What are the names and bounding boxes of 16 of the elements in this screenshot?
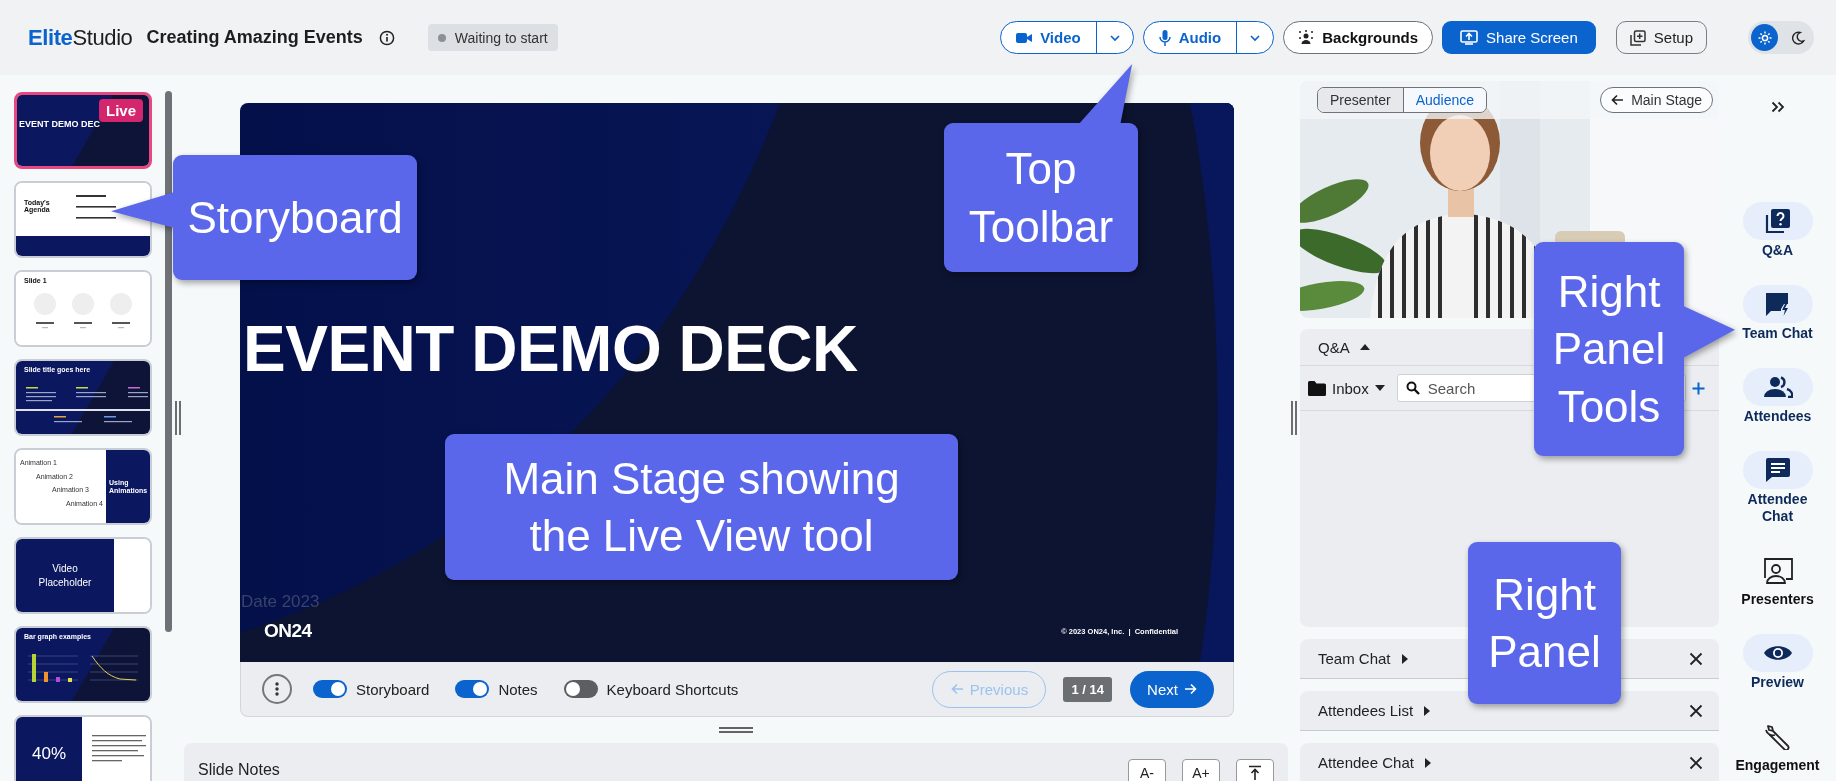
slide-logo: ON24 — [264, 620, 312, 642]
callout-tooltip: Right Panel Tools — [1534, 242, 1735, 456]
panel-title: Slide Notes — [198, 761, 280, 779]
slide-title: EVENT DEMO DECK — [243, 314, 858, 384]
slide-title: 40% — [32, 743, 66, 764]
status-badge: Waiting to start — [427, 24, 558, 51]
page-counter: 1 / 14 — [1063, 676, 1112, 702]
callout-tooltip: Top Toolbar — [944, 64, 1138, 272]
event-title: Creating Amazing Events — [146, 27, 363, 48]
slide-title: EVENT DEMO DEC — [19, 119, 100, 129]
callout-tooltip: Right Panel — [1468, 542, 1621, 704]
live-badge: Live — [99, 99, 143, 122]
callout-tooltip: Storyboard — [111, 155, 417, 280]
app-logo: EliteStudio — [28, 24, 133, 51]
slide-title: Video Placeholder — [37, 562, 93, 589]
callout-tooltip: Main Stage showing the Live View tool — [445, 434, 958, 580]
